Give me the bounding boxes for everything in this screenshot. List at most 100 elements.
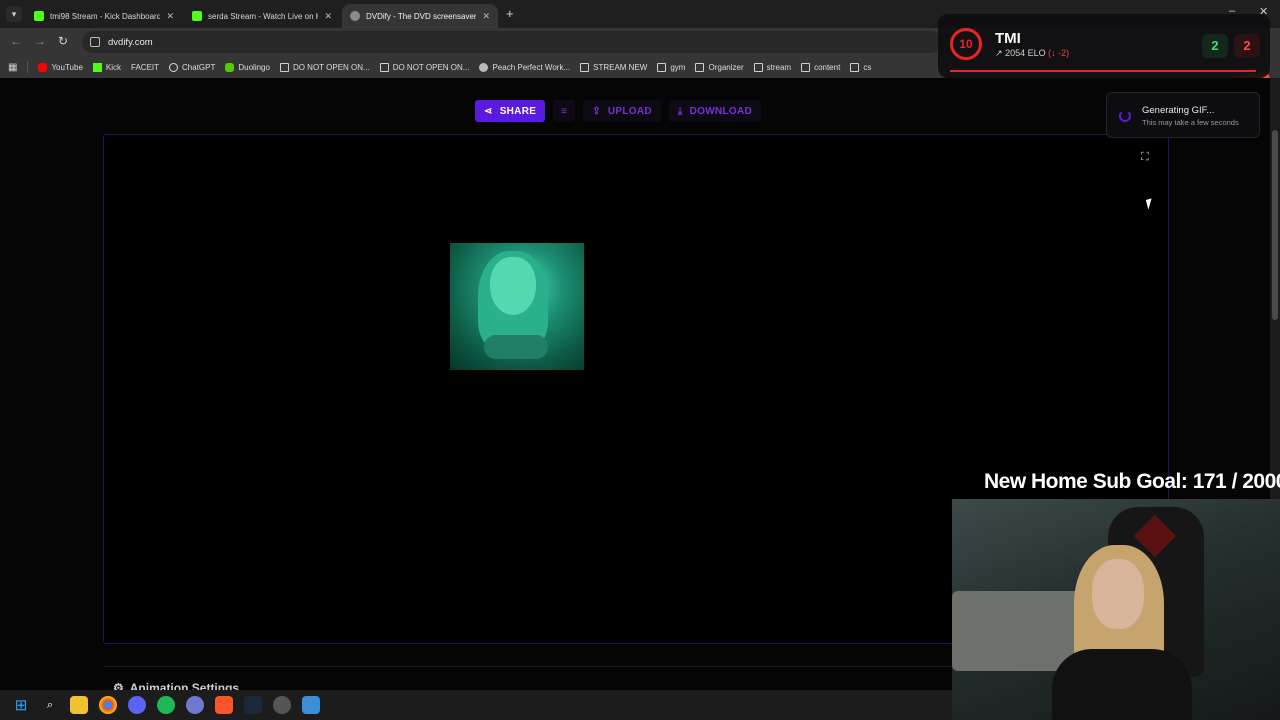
menu-icon: ≡ — [561, 105, 568, 117]
bookmark-youtube[interactable]: YouTube — [38, 62, 83, 72]
address-bar[interactable]: dvdify.com — [82, 31, 942, 53]
app-icon[interactable] — [273, 696, 291, 714]
upload-icon: ⇪ — [592, 105, 601, 117]
chatgpt-icon — [169, 62, 179, 72]
site-info-icon[interactable] — [90, 37, 100, 47]
bookmark-label: ChatGPT — [182, 62, 216, 72]
bookmark-label: content — [814, 62, 841, 72]
loading-spinner-icon — [1119, 110, 1131, 122]
bookmark-label: YouTube — [51, 62, 83, 72]
new-tab-button[interactable]: + — [506, 6, 514, 21]
bookmark-folder[interactable]: content — [801, 62, 841, 72]
bookmark-label: DO NOT OPEN ON... — [392, 62, 470, 72]
app-icon[interactable] — [186, 696, 204, 714]
share-icon: ⋖ — [484, 105, 493, 117]
search-icon[interactable]: ⌕ — [41, 696, 59, 714]
taskbar: ⊞ ⌕ — [0, 690, 952, 720]
elo-readout: ↗ 2054 ELO (↓ -2) — [995, 48, 1069, 59]
bookmark-chatgpt[interactable]: ChatGPT — [169, 62, 216, 72]
browser-tab-active[interactable]: DVDify - The DVD screensaver ✕ — [342, 4, 498, 28]
browser-tab[interactable]: serda Stream - Watch Live on K ✕ — [184, 4, 340, 28]
kick-icon — [92, 62, 102, 72]
webcam-detail — [1052, 649, 1192, 720]
elo-value: 2054 ELO — [1005, 48, 1046, 58]
action-toolbar: ⋖ SHARE ≡ ⇪ UPLOAD ⤓ DOWNLOAD — [475, 100, 762, 122]
app-icon[interactable] — [302, 696, 320, 714]
tab-title: tmi98 Stream - Kick Dashboard — [50, 11, 161, 21]
tab-title: serda Stream - Watch Live on K — [208, 11, 319, 21]
scrollbar-thumb[interactable] — [1272, 130, 1278, 320]
faceit-elo-overlay: 10 TMI ↗ 2054 ELO (↓ -2) 2 2 — [938, 14, 1270, 78]
spotify-icon[interactable] — [157, 696, 175, 714]
close-tab-icon[interactable]: ✕ — [166, 11, 174, 22]
folder-icon — [753, 62, 763, 72]
chrome-icon[interactable] — [99, 696, 117, 714]
bookmark-folder[interactable]: gym — [657, 62, 686, 72]
menu-button[interactable]: ≡ — [553, 100, 576, 122]
fullscreen-icon[interactable]: ⛶ — [1141, 151, 1149, 164]
dvdify-icon — [350, 11, 360, 21]
bookmark-label: gym — [670, 62, 686, 72]
bookmark-peach-perfect[interactable]: Peach Perfect Work... — [479, 62, 570, 72]
share-label: SHARE — [499, 105, 537, 117]
webcam-detail — [1092, 559, 1144, 629]
duolingo-icon — [225, 62, 235, 72]
elo-change: (↓ -2) — [1048, 48, 1070, 58]
discord-icon[interactable] — [128, 696, 146, 714]
bookmark-folder[interactable]: DO NOT OPEN ON... — [279, 62, 370, 72]
download-icon: ⤓ — [677, 105, 683, 117]
youtube-icon — [38, 62, 48, 72]
folder-icon — [850, 62, 860, 72]
share-button[interactable]: ⋖ SHARE — [475, 100, 546, 122]
bookmark-duolingo[interactable]: Duolingo — [225, 62, 270, 72]
close-tab-icon[interactable]: ✕ — [324, 11, 332, 22]
folder-icon — [801, 62, 811, 72]
faceit-level-badge: 10 — [950, 28, 982, 60]
bookmarks-divider — [27, 61, 29, 73]
toast-subtitle: This may take a few seconds — [1142, 118, 1239, 127]
forward-icon[interactable]: → — [34, 34, 46, 48]
tab-search-button[interactable]: ▾ — [6, 6, 22, 22]
bookmark-label: STREAM NEW — [593, 62, 648, 72]
bookmark-folder[interactable]: DO NOT OPEN ON... — [379, 62, 470, 72]
browser-tab[interactable]: tmi98 Stream - Kick Dashboard ✕ — [26, 4, 182, 28]
globe-icon — [479, 62, 489, 72]
file-explorer-icon[interactable] — [70, 696, 88, 714]
generating-gif-toast: Generating GIF... This may take a few se… — [1106, 92, 1260, 138]
bookmark-folder[interactable]: cs — [850, 62, 872, 72]
bookmark-label: Kick — [105, 62, 122, 72]
apps-grid-icon[interactable]: ▦ — [8, 62, 17, 73]
bookmark-folder[interactable]: Organizer — [695, 62, 744, 72]
bookmark-label: Duolingo — [238, 62, 270, 72]
kick-icon — [34, 11, 44, 21]
url-text[interactable]: dvdify.com — [108, 37, 153, 48]
trend-icon: ↗ — [995, 48, 1003, 58]
losses-count: 2 — [1234, 34, 1260, 58]
bookmark-faceit[interactable]: FACEIT — [131, 62, 1270, 78]
back-icon[interactable]: ← — [10, 34, 22, 48]
steam-icon[interactable] — [244, 696, 262, 714]
player-name: TMI — [995, 30, 1021, 47]
tab-title: DVDify - The DVD screensaver — [366, 11, 477, 21]
download-label: DOWNLOAD — [689, 105, 753, 117]
reload-icon[interactable]: ↻ — [58, 34, 68, 48]
upload-label: UPLOAD — [607, 105, 652, 117]
upload-button[interactable]: ⇪ UPLOAD — [583, 100, 661, 122]
bookmark-label: cs — [863, 62, 872, 72]
brave-icon[interactable] — [215, 696, 233, 714]
bookmark-kick[interactable]: Kick — [92, 62, 122, 72]
bookmark-folder[interactable]: STREAM NEW — [580, 62, 648, 72]
image-detail — [490, 257, 536, 315]
download-button[interactable]: ⤓ DOWNLOAD — [668, 100, 762, 122]
toast-title: Generating GIF... — [1142, 105, 1215, 116]
folder-icon — [379, 62, 389, 72]
bookmark-folder[interactable]: stream — [753, 62, 791, 72]
bookmark-label: Organizer — [708, 62, 744, 72]
close-tab-icon[interactable]: ✕ — [482, 11, 490, 22]
wins-count: 2 — [1202, 34, 1228, 58]
elo-progress-bar — [950, 70, 1256, 72]
image-detail — [484, 335, 548, 359]
folder-icon — [695, 62, 705, 72]
bookmark-label: FACEIT — [131, 62, 160, 72]
windows-start-icon[interactable]: ⊞ — [12, 696, 30, 714]
